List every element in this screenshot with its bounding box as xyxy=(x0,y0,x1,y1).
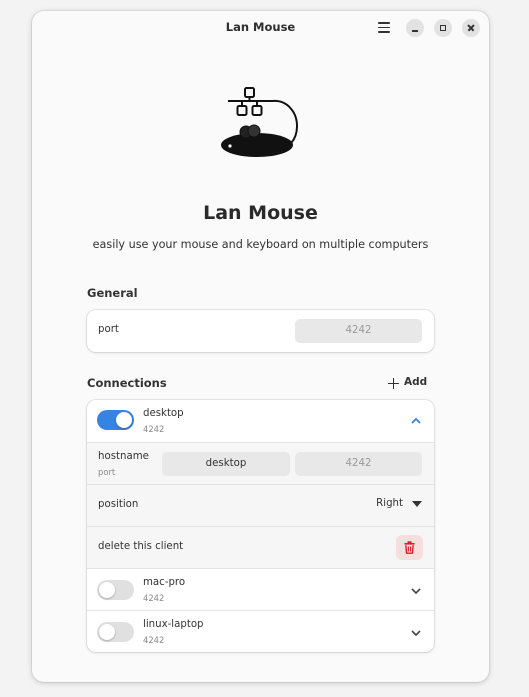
connections-heading: Connections xyxy=(87,376,167,390)
client-enable-switch[interactable] xyxy=(97,622,134,642)
position-value: Right xyxy=(376,498,403,509)
add-label: Add xyxy=(404,376,428,388)
client-row-mac-pro[interactable]: mac-pro 4242 xyxy=(87,568,434,610)
client-row-desktop[interactable]: desktop 4242 xyxy=(87,400,434,442)
client-row-linux-laptop[interactable]: linux-laptop 4242 xyxy=(87,610,434,652)
chevron-up-icon[interactable] xyxy=(410,415,422,427)
dropdown-arrow-icon xyxy=(412,501,422,507)
plus-icon xyxy=(388,378,399,389)
hamburger-menu-icon[interactable] xyxy=(378,22,390,33)
minimize-button[interactable] xyxy=(406,19,424,37)
title-bar: Lan Mouse xyxy=(32,11,489,45)
client-port: 4242 xyxy=(143,424,165,434)
delete-row: delete this client xyxy=(87,526,434,568)
chevron-down-icon[interactable] xyxy=(410,627,422,639)
position-label: position xyxy=(98,499,139,510)
trash-icon xyxy=(404,541,415,554)
general-heading: General xyxy=(87,286,138,300)
hostname-label: hostname xyxy=(98,451,149,462)
chevron-down-icon[interactable] xyxy=(410,585,422,597)
app-subtitle: easily use your mouse and keyboard on mu… xyxy=(92,238,429,251)
client-name: mac-pro xyxy=(143,577,186,588)
client-enable-switch[interactable] xyxy=(97,410,134,430)
connections-card: desktop 4242 hostname port desktop 4242 … xyxy=(87,400,434,652)
hostname-row: hostname port desktop 4242 xyxy=(87,442,434,484)
maximize-button[interactable] xyxy=(434,19,452,37)
hostname-input[interactable]: desktop xyxy=(162,452,290,476)
app-window: Lan Mouse Lan Mouse easily use your mous… xyxy=(32,11,489,682)
close-button[interactable] xyxy=(462,19,480,37)
hostname-port-sublabel: port xyxy=(98,467,116,477)
app-title: Lan Mouse xyxy=(203,202,318,224)
client-enable-switch[interactable] xyxy=(97,580,134,600)
client-port-input[interactable]: 4242 xyxy=(295,452,422,476)
position-row: position Right xyxy=(87,484,434,526)
client-name: linux-laptop xyxy=(143,619,204,630)
lan-mouse-logo-icon xyxy=(221,87,299,157)
client-port: 4242 xyxy=(143,593,165,603)
general-card: port 4242 xyxy=(87,310,434,352)
delete-label: delete this client xyxy=(98,541,184,552)
client-name: desktop xyxy=(143,408,184,419)
client-port: 4242 xyxy=(143,635,165,645)
delete-client-button[interactable] xyxy=(396,535,423,560)
port-label: port xyxy=(98,324,119,335)
port-input[interactable]: 4242 xyxy=(295,319,422,343)
